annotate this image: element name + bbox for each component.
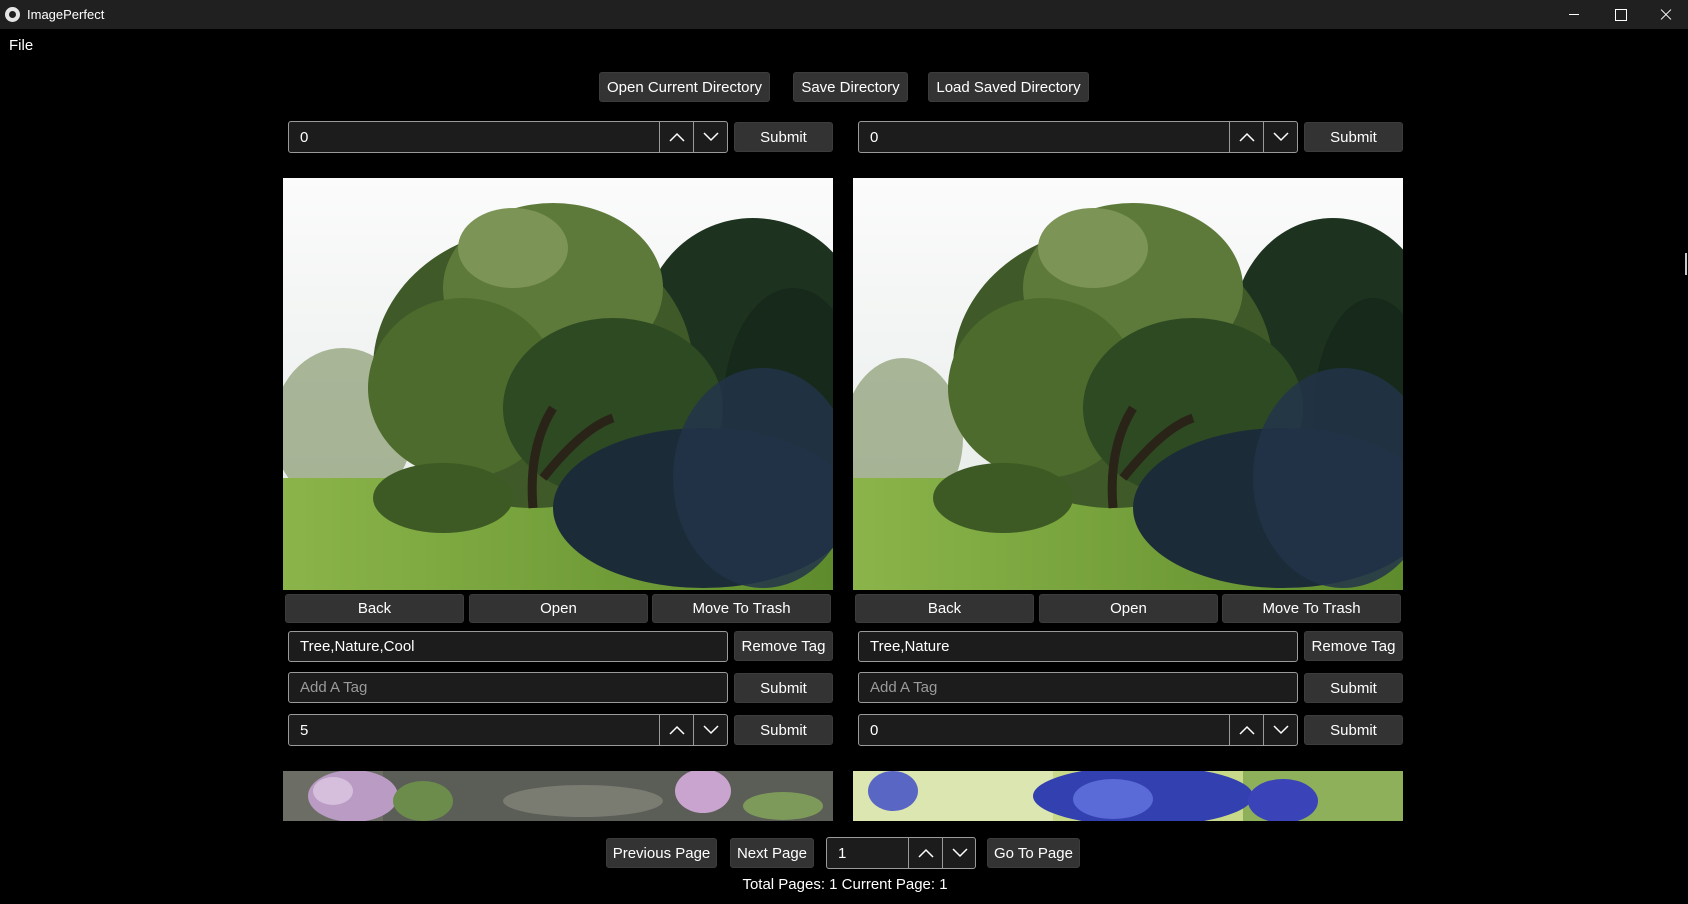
- remove-tag-button-left[interactable]: Remove Tag: [734, 631, 833, 661]
- load-saved-directory-button[interactable]: Load Saved Directory: [928, 72, 1089, 102]
- chevron-down-icon[interactable]: [1263, 122, 1297, 152]
- folder-rating-stepper-right[interactable]: 0: [858, 121, 1298, 153]
- add-tag-submit-button-right[interactable]: Submit: [1304, 673, 1403, 703]
- add-tag-input-left[interactable]: Add A Tag: [288, 672, 728, 703]
- page-number-value: 1: [838, 844, 847, 862]
- chevron-down-icon[interactable]: [693, 122, 727, 152]
- app-logo-icon: [5, 7, 20, 22]
- image-flowers-left[interactable]: [283, 771, 833, 821]
- previous-page-button[interactable]: Previous Page: [606, 838, 717, 868]
- image-tree-left[interactable]: [283, 178, 833, 590]
- tags-field-right[interactable]: Tree,Nature: [858, 631, 1298, 662]
- page-status-text: Total Pages: 1 Current Page: 1: [742, 876, 948, 893]
- chevron-up-icon[interactable]: [1229, 122, 1263, 152]
- tags-field-left[interactable]: Tree,Nature,Cool: [288, 631, 728, 662]
- image-rating-value: 5: [300, 721, 309, 739]
- chevron-up-icon[interactable]: [659, 122, 693, 152]
- add-tag-input-right[interactable]: Add A Tag: [858, 672, 1298, 703]
- open-current-directory-button[interactable]: Open Current Directory: [599, 72, 770, 102]
- folder-rating-stepper-left[interactable]: 0: [288, 121, 728, 153]
- add-tag-submit-button-left[interactable]: Submit: [734, 673, 833, 703]
- open-button-right[interactable]: Open: [1039, 594, 1218, 623]
- chevron-down-icon[interactable]: [693, 715, 727, 745]
- save-directory-button[interactable]: Save Directory: [793, 72, 908, 102]
- remove-tag-button-right[interactable]: Remove Tag: [1304, 631, 1403, 661]
- go-to-page-button[interactable]: Go To Page: [987, 838, 1080, 868]
- move-to-trash-button-right[interactable]: Move To Trash: [1222, 594, 1401, 623]
- back-button-left[interactable]: Back: [285, 594, 464, 623]
- folder-rating-value: 0: [300, 128, 309, 146]
- scrollbar-thumb[interactable]: [1685, 253, 1687, 275]
- image-rating-stepper-right[interactable]: 0: [858, 714, 1298, 746]
- chevron-up-icon[interactable]: [908, 838, 942, 868]
- title-bar: ImagePerfect: [0, 0, 1688, 29]
- minimize-icon[interactable]: [1551, 0, 1597, 29]
- image-tree-right[interactable]: [853, 178, 1403, 590]
- chevron-up-icon[interactable]: [1229, 715, 1263, 745]
- image-rating-submit-button-left[interactable]: Submit: [734, 715, 833, 745]
- menu-file[interactable]: File: [9, 37, 33, 54]
- chevron-down-icon[interactable]: [1263, 715, 1297, 745]
- next-page-button[interactable]: Next Page: [730, 838, 814, 868]
- folder-rating-submit-button-left[interactable]: Submit: [734, 122, 833, 152]
- move-to-trash-button-left[interactable]: Move To Trash: [652, 594, 831, 623]
- image-rating-stepper-left[interactable]: 5: [288, 714, 728, 746]
- window-title: ImagePerfect: [27, 7, 105, 22]
- image-rating-value: 0: [870, 721, 879, 739]
- chevron-up-icon[interactable]: [659, 715, 693, 745]
- image-rating-submit-button-right[interactable]: Submit: [1304, 715, 1403, 745]
- image-iris-right[interactable]: [853, 771, 1403, 821]
- close-icon[interactable]: [1643, 0, 1688, 29]
- folder-rating-submit-button-right[interactable]: Submit: [1304, 122, 1403, 152]
- page-number-stepper[interactable]: 1: [826, 837, 976, 869]
- chevron-down-icon[interactable]: [942, 838, 976, 868]
- open-button-left[interactable]: Open: [469, 594, 648, 623]
- folder-rating-value: 0: [870, 128, 879, 146]
- maximize-icon[interactable]: [1597, 0, 1643, 29]
- back-button-right[interactable]: Back: [855, 594, 1034, 623]
